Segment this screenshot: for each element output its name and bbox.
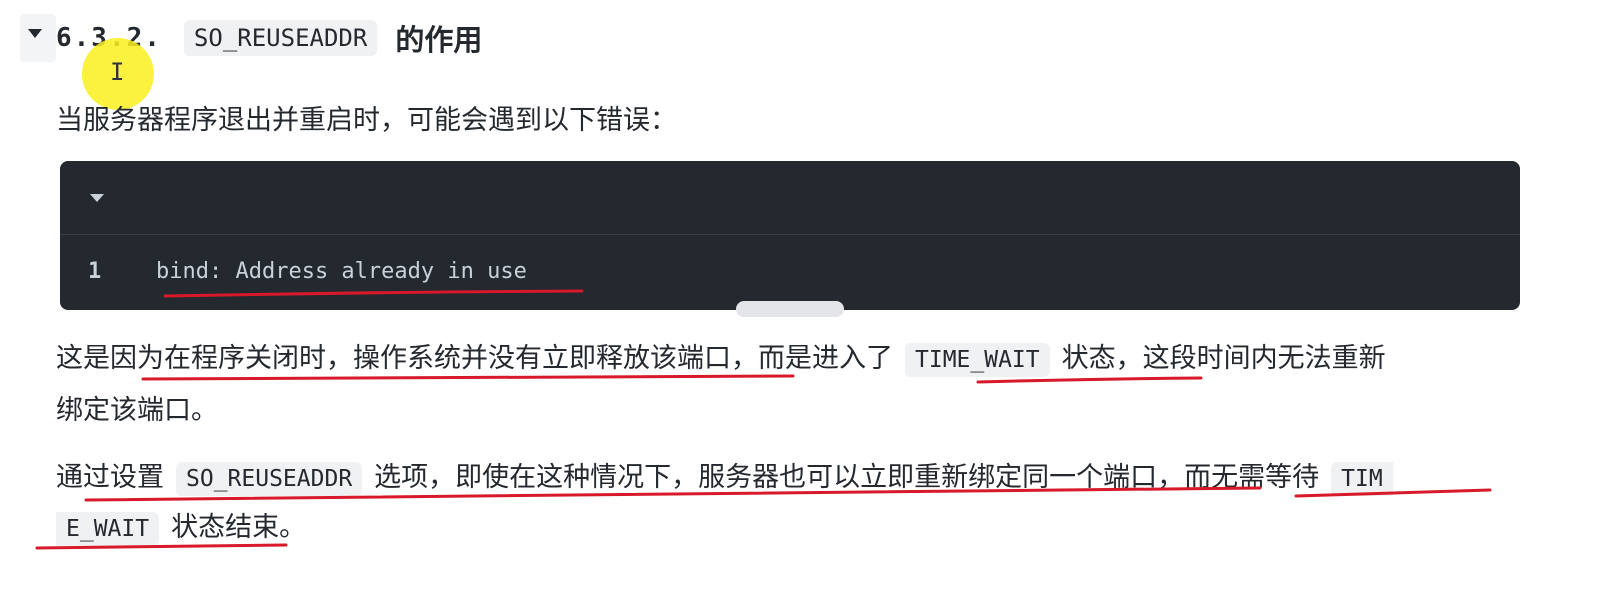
underline-time-wait-state <box>976 376 1203 384</box>
inline-code-time-wait-start: TIM <box>1331 462 1393 496</box>
explanation-text-after: 状态，这段时间内无法重新 <box>1061 343 1386 374</box>
code-block-header <box>60 161 1520 235</box>
inline-code-so-reuseaddr: SO_REUSEADDR <box>176 462 363 496</box>
solution-text-middle: 选项，即使在这种情况下，服务器也可以立即重新绑定同一个端口，而无需等待 <box>374 462 1320 493</box>
explanation-text-before: 这是因为在程序关闭时，操作系统并没有立即释放该端口，而是进入了 <box>56 343 893 374</box>
code-line-number: 1 <box>88 259 102 284</box>
code-line: 1 bind: Address already in use <box>60 235 1520 310</box>
paragraph-solution-line2: E_WAIT 状态结束。 <box>56 505 307 546</box>
code-text[interactable]: bind: Address already in use <box>156 259 527 284</box>
text-cursor-icon: I <box>110 58 125 86</box>
paragraph-explanation-line1: 这是因为在程序关闭时，操作系统并没有立即释放该端口，而是进入了 TIME_WAIT… <box>56 336 1386 377</box>
paragraph-solution-line1: 通过设置 SO_REUSEADDR 选项，即使在这种情况下，服务器也可以立即重新绑定… <box>56 455 1393 496</box>
collapse-caret-icon[interactable] <box>28 28 42 38</box>
heading-inline-code: SO_REUSEADDR <box>183 20 378 56</box>
underline-os-not-release-port <box>141 374 795 381</box>
heading-text: 的作用 <box>395 23 483 57</box>
inline-code-time-wait-end: E_WAIT <box>56 512 160 546</box>
solution-text-before: 通过设置 <box>56 462 164 493</box>
paragraph-explanation-line2: 绑定该端口。 <box>56 395 218 426</box>
paragraph-intro: 当服务器程序退出并重启时，可能会遇到以下错误： <box>56 105 677 136</box>
horizontal-scrollbar-thumb[interactable] <box>736 301 844 317</box>
code-collapse-caret-icon[interactable] <box>90 194 104 202</box>
solution-text-after: 状态结束。 <box>171 512 307 543</box>
code-block[interactable]: 1 bind: Address already in use <box>60 161 1520 310</box>
inline-code-time-wait: TIME_WAIT <box>905 343 1050 377</box>
